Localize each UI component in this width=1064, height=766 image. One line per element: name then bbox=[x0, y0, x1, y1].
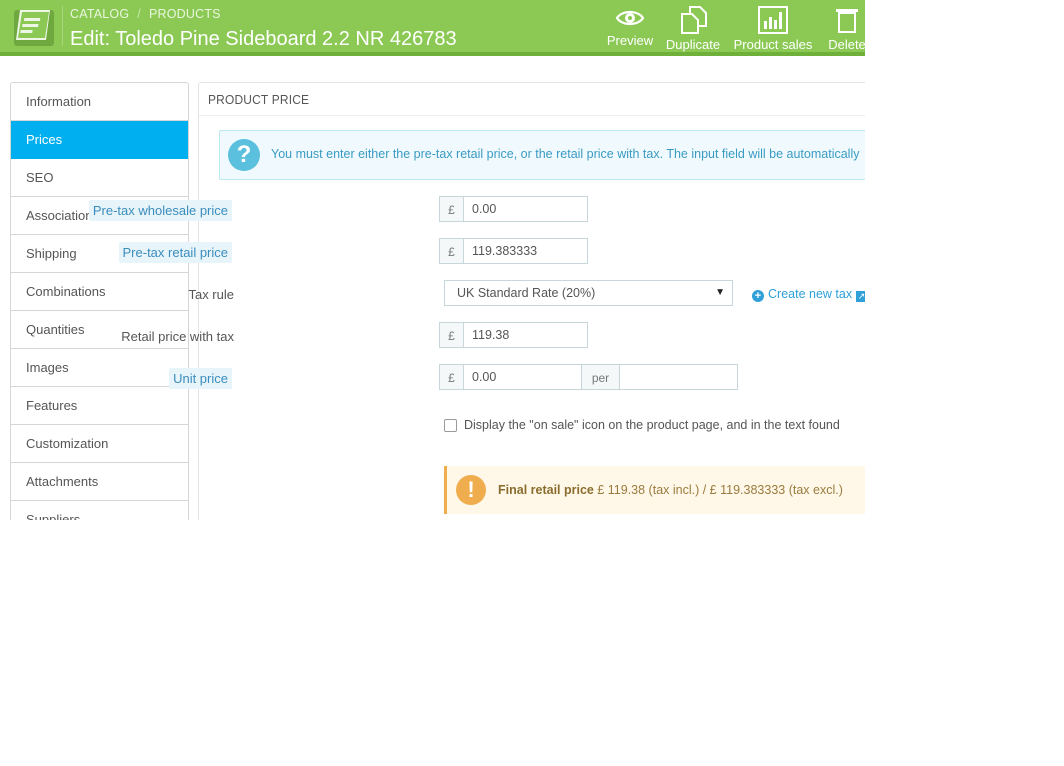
final-price-values: £ 119.38 (tax incl.) / £ 119.383333 (tax… bbox=[597, 483, 843, 497]
caret-down-icon: ▼ bbox=[715, 287, 725, 298]
sidebar-item-combinations[interactable]: Combinations bbox=[11, 273, 188, 311]
retail-tax-currency-addon: £ bbox=[439, 322, 464, 348]
unit-currency-addon: £ bbox=[439, 364, 464, 390]
sidebar-item-information[interactable]: Information bbox=[11, 83, 188, 121]
sidebar-item-prices[interactable]: Prices bbox=[11, 121, 188, 159]
wholesale-price-label: Pre-tax wholesale price bbox=[88, 200, 232, 221]
preview-button[interactable]: Preview bbox=[606, 4, 654, 50]
delete-button[interactable]: Delete bbox=[822, 4, 865, 52]
final-price-text: Final retail price £ 119.38 (tax incl.) … bbox=[498, 483, 843, 497]
unit-per-input[interactable] bbox=[619, 364, 738, 390]
unit-price-input[interactable]: 0.00 bbox=[463, 364, 582, 390]
on-sale-label: Display the "on sale" icon on the produc… bbox=[464, 418, 840, 432]
plus-circle-icon: + bbox=[752, 290, 764, 302]
header-divider bbox=[62, 6, 63, 46]
info-alert: ? You must enter either the pre-tax reta… bbox=[219, 130, 865, 180]
sidebar-item-attachments[interactable]: Attachments bbox=[11, 463, 188, 501]
wholesale-price-input[interactable]: 0.00 bbox=[463, 196, 588, 222]
retail-price-input[interactable]: 119.383333 bbox=[463, 238, 588, 264]
info-alert-text: You must enter either the pre-tax retail… bbox=[271, 147, 860, 161]
page-header: CATALOG / PRODUCTS Edit: Toledo Pine Sideb… bbox=[0, 0, 865, 56]
tax-rule-select[interactable]: UK Standard Rate (20%) ▼ bbox=[444, 280, 733, 306]
create-new-tax-link[interactable]: + Create new tax ↗ bbox=[752, 287, 865, 302]
breadcrumb-products[interactable]: PRODUCTS bbox=[149, 7, 221, 21]
external-link-icon: ↗ bbox=[856, 291, 865, 302]
unit-price-label: Unit price bbox=[169, 368, 232, 389]
retail-currency-addon: £ bbox=[439, 238, 464, 264]
duplicate-label: Duplicate bbox=[665, 37, 721, 52]
product-tabs-sidebar: Information Prices SEO Associations Ship… bbox=[10, 82, 189, 520]
panel-heading: PRODUCT PRICE bbox=[208, 92, 310, 107]
breadcrumb-separator: / bbox=[137, 7, 141, 21]
page-title: Edit: Toledo Pine Sideboard 2.2 NR 42678… bbox=[70, 28, 457, 50]
exclamation-circle-icon: ! bbox=[456, 475, 486, 505]
question-circle-icon: ? bbox=[228, 139, 260, 171]
sidebar-item-customization[interactable]: Customization bbox=[11, 425, 188, 463]
retail-price-label: Pre-tax retail price bbox=[118, 242, 232, 263]
final-price-label: Final retail price bbox=[498, 483, 594, 497]
tax-rule-value: UK Standard Rate (20%) bbox=[457, 286, 596, 300]
retail-price-tax-label: Retail price with tax bbox=[121, 329, 234, 344]
duplicate-button[interactable]: Duplicate bbox=[664, 4, 722, 52]
preview-label: Preview bbox=[606, 33, 654, 48]
sidebar-item-images[interactable]: Images bbox=[11, 349, 188, 387]
catalog-book-icon bbox=[14, 10, 54, 46]
delete-label: Delete bbox=[828, 37, 865, 52]
wholesale-currency-addon: £ bbox=[439, 196, 464, 222]
product-sales-button[interactable]: Product sales bbox=[733, 4, 813, 52]
sidebar-item-suppliers[interactable]: Suppliers bbox=[11, 501, 188, 520]
on-sale-checkbox[interactable] bbox=[444, 419, 457, 432]
eye-icon bbox=[615, 10, 645, 26]
sidebar-item-seo[interactable]: SEO bbox=[11, 159, 188, 197]
breadcrumb-catalog[interactable]: CATALOG bbox=[70, 7, 129, 21]
product-sales-label: Product sales bbox=[733, 37, 813, 52]
final-price-alert: ! Final retail price £ 119.38 (tax incl.… bbox=[444, 466, 865, 514]
bar-chart-icon bbox=[758, 6, 788, 34]
breadcrumb: CATALOG / PRODUCTS bbox=[70, 7, 221, 21]
app-viewport: CATALOG / PRODUCTS Edit: Toledo Pine Sideb… bbox=[0, 0, 865, 520]
sidebar-item-features[interactable]: Features bbox=[11, 387, 188, 425]
copy-icon bbox=[681, 6, 707, 34]
tax-rule-label: Tax rule bbox=[188, 287, 234, 302]
create-new-tax-label: Create new tax bbox=[768, 287, 853, 301]
panel-heading-divider bbox=[199, 115, 865, 116]
retail-price-tax-input[interactable]: 119.38 bbox=[463, 322, 588, 348]
unit-per-addon: per bbox=[581, 364, 620, 390]
trash-icon bbox=[836, 9, 858, 33]
